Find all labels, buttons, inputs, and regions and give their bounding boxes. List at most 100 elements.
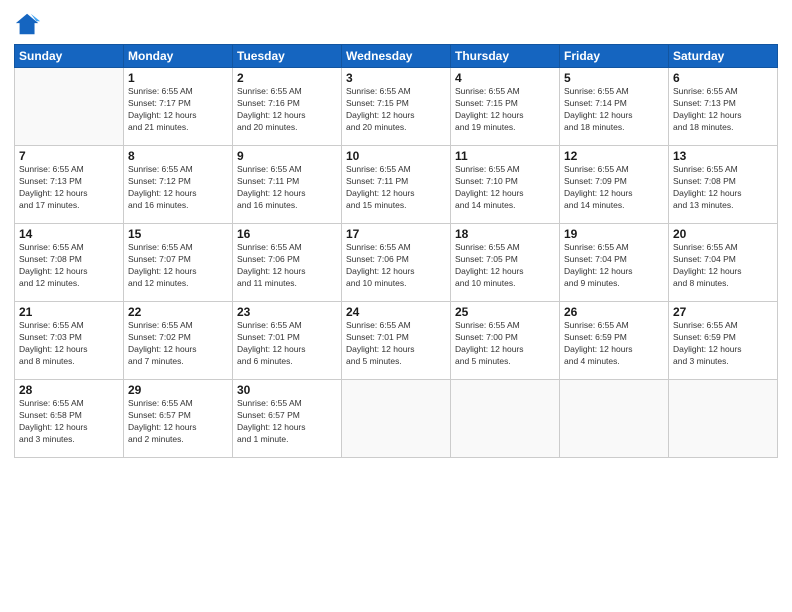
day-info: Sunrise: 6:55 AM Sunset: 7:06 PM Dayligh… — [346, 242, 446, 290]
day-number: 29 — [128, 383, 228, 397]
day-cell: 11Sunrise: 6:55 AM Sunset: 7:10 PM Dayli… — [451, 146, 560, 224]
day-number: 1 — [128, 71, 228, 85]
day-number: 2 — [237, 71, 337, 85]
day-cell: 5Sunrise: 6:55 AM Sunset: 7:14 PM Daylig… — [560, 68, 669, 146]
day-number: 5 — [564, 71, 664, 85]
day-cell: 8Sunrise: 6:55 AM Sunset: 7:12 PM Daylig… — [124, 146, 233, 224]
day-cell: 14Sunrise: 6:55 AM Sunset: 7:08 PM Dayli… — [15, 224, 124, 302]
week-row-3: 14Sunrise: 6:55 AM Sunset: 7:08 PM Dayli… — [15, 224, 778, 302]
day-number: 12 — [564, 149, 664, 163]
day-cell: 10Sunrise: 6:55 AM Sunset: 7:11 PM Dayli… — [342, 146, 451, 224]
day-cell: 9Sunrise: 6:55 AM Sunset: 7:11 PM Daylig… — [233, 146, 342, 224]
day-cell: 6Sunrise: 6:55 AM Sunset: 7:13 PM Daylig… — [669, 68, 778, 146]
day-cell: 15Sunrise: 6:55 AM Sunset: 7:07 PM Dayli… — [124, 224, 233, 302]
day-number: 14 — [19, 227, 119, 241]
day-cell: 7Sunrise: 6:55 AM Sunset: 7:13 PM Daylig… — [15, 146, 124, 224]
day-cell: 18Sunrise: 6:55 AM Sunset: 7:05 PM Dayli… — [451, 224, 560, 302]
day-number: 22 — [128, 305, 228, 319]
day-info: Sunrise: 6:55 AM Sunset: 7:05 PM Dayligh… — [455, 242, 555, 290]
weekday-friday: Friday — [560, 45, 669, 68]
week-row-1: 1Sunrise: 6:55 AM Sunset: 7:17 PM Daylig… — [15, 68, 778, 146]
day-number: 9 — [237, 149, 337, 163]
day-number: 6 — [673, 71, 773, 85]
day-cell: 20Sunrise: 6:55 AM Sunset: 7:04 PM Dayli… — [669, 224, 778, 302]
day-info: Sunrise: 6:55 AM Sunset: 7:07 PM Dayligh… — [128, 242, 228, 290]
day-info: Sunrise: 6:55 AM Sunset: 6:59 PM Dayligh… — [673, 320, 773, 368]
day-info: Sunrise: 6:55 AM Sunset: 7:11 PM Dayligh… — [237, 164, 337, 212]
day-cell — [342, 380, 451, 458]
weekday-sunday: Sunday — [15, 45, 124, 68]
day-cell — [669, 380, 778, 458]
day-number: 20 — [673, 227, 773, 241]
day-cell: 19Sunrise: 6:55 AM Sunset: 7:04 PM Dayli… — [560, 224, 669, 302]
week-row-2: 7Sunrise: 6:55 AM Sunset: 7:13 PM Daylig… — [15, 146, 778, 224]
logo — [14, 10, 46, 38]
day-info: Sunrise: 6:55 AM Sunset: 7:02 PM Dayligh… — [128, 320, 228, 368]
day-cell — [451, 380, 560, 458]
day-info: Sunrise: 6:55 AM Sunset: 7:17 PM Dayligh… — [128, 86, 228, 134]
day-info: Sunrise: 6:55 AM Sunset: 7:10 PM Dayligh… — [455, 164, 555, 212]
day-info: Sunrise: 6:55 AM Sunset: 7:04 PM Dayligh… — [564, 242, 664, 290]
day-cell — [15, 68, 124, 146]
day-number: 8 — [128, 149, 228, 163]
day-number: 11 — [455, 149, 555, 163]
day-number: 15 — [128, 227, 228, 241]
day-info: Sunrise: 6:55 AM Sunset: 7:13 PM Dayligh… — [673, 86, 773, 134]
day-info: Sunrise: 6:55 AM Sunset: 7:00 PM Dayligh… — [455, 320, 555, 368]
day-number: 18 — [455, 227, 555, 241]
day-number: 10 — [346, 149, 446, 163]
day-cell: 17Sunrise: 6:55 AM Sunset: 7:06 PM Dayli… — [342, 224, 451, 302]
day-cell: 24Sunrise: 6:55 AM Sunset: 7:01 PM Dayli… — [342, 302, 451, 380]
day-info: Sunrise: 6:55 AM Sunset: 7:04 PM Dayligh… — [673, 242, 773, 290]
day-info: Sunrise: 6:55 AM Sunset: 6:58 PM Dayligh… — [19, 398, 119, 446]
day-cell: 12Sunrise: 6:55 AM Sunset: 7:09 PM Dayli… — [560, 146, 669, 224]
day-cell: 3Sunrise: 6:55 AM Sunset: 7:15 PM Daylig… — [342, 68, 451, 146]
day-info: Sunrise: 6:55 AM Sunset: 6:59 PM Dayligh… — [564, 320, 664, 368]
day-info: Sunrise: 6:55 AM Sunset: 7:12 PM Dayligh… — [128, 164, 228, 212]
day-info: Sunrise: 6:55 AM Sunset: 6:57 PM Dayligh… — [128, 398, 228, 446]
day-cell: 13Sunrise: 6:55 AM Sunset: 7:08 PM Dayli… — [669, 146, 778, 224]
day-cell: 2Sunrise: 6:55 AM Sunset: 7:16 PM Daylig… — [233, 68, 342, 146]
day-number: 13 — [673, 149, 773, 163]
day-number: 16 — [237, 227, 337, 241]
day-info: Sunrise: 6:55 AM Sunset: 7:15 PM Dayligh… — [455, 86, 555, 134]
weekday-wednesday: Wednesday — [342, 45, 451, 68]
day-info: Sunrise: 6:55 AM Sunset: 7:08 PM Dayligh… — [673, 164, 773, 212]
day-cell: 21Sunrise: 6:55 AM Sunset: 7:03 PM Dayli… — [15, 302, 124, 380]
day-number: 17 — [346, 227, 446, 241]
day-cell: 1Sunrise: 6:55 AM Sunset: 7:17 PM Daylig… — [124, 68, 233, 146]
week-row-4: 21Sunrise: 6:55 AM Sunset: 7:03 PM Dayli… — [15, 302, 778, 380]
day-info: Sunrise: 6:55 AM Sunset: 7:03 PM Dayligh… — [19, 320, 119, 368]
day-number: 28 — [19, 383, 119, 397]
day-info: Sunrise: 6:55 AM Sunset: 7:08 PM Dayligh… — [19, 242, 119, 290]
day-info: Sunrise: 6:55 AM Sunset: 7:01 PM Dayligh… — [237, 320, 337, 368]
day-number: 19 — [564, 227, 664, 241]
day-info: Sunrise: 6:55 AM Sunset: 7:15 PM Dayligh… — [346, 86, 446, 134]
day-cell: 22Sunrise: 6:55 AM Sunset: 7:02 PM Dayli… — [124, 302, 233, 380]
calendar-table: SundayMondayTuesdayWednesdayThursdayFrid… — [14, 44, 778, 458]
day-number: 30 — [237, 383, 337, 397]
day-info: Sunrise: 6:55 AM Sunset: 6:57 PM Dayligh… — [237, 398, 337, 446]
day-cell: 27Sunrise: 6:55 AM Sunset: 6:59 PM Dayli… — [669, 302, 778, 380]
day-cell: 23Sunrise: 6:55 AM Sunset: 7:01 PM Dayli… — [233, 302, 342, 380]
day-number: 3 — [346, 71, 446, 85]
day-number: 21 — [19, 305, 119, 319]
day-info: Sunrise: 6:55 AM Sunset: 7:13 PM Dayligh… — [19, 164, 119, 212]
day-number: 26 — [564, 305, 664, 319]
day-info: Sunrise: 6:55 AM Sunset: 7:14 PM Dayligh… — [564, 86, 664, 134]
weekday-monday: Monday — [124, 45, 233, 68]
day-cell: 30Sunrise: 6:55 AM Sunset: 6:57 PM Dayli… — [233, 380, 342, 458]
weekday-tuesday: Tuesday — [233, 45, 342, 68]
weekday-saturday: Saturday — [669, 45, 778, 68]
day-number: 4 — [455, 71, 555, 85]
day-info: Sunrise: 6:55 AM Sunset: 7:09 PM Dayligh… — [564, 164, 664, 212]
day-info: Sunrise: 6:55 AM Sunset: 7:11 PM Dayligh… — [346, 164, 446, 212]
week-row-5: 28Sunrise: 6:55 AM Sunset: 6:58 PM Dayli… — [15, 380, 778, 458]
day-cell: 29Sunrise: 6:55 AM Sunset: 6:57 PM Dayli… — [124, 380, 233, 458]
day-number: 25 — [455, 305, 555, 319]
day-cell — [560, 380, 669, 458]
day-cell: 25Sunrise: 6:55 AM Sunset: 7:00 PM Dayli… — [451, 302, 560, 380]
day-cell: 28Sunrise: 6:55 AM Sunset: 6:58 PM Dayli… — [15, 380, 124, 458]
weekday-header-row: SundayMondayTuesdayWednesdayThursdayFrid… — [15, 45, 778, 68]
day-info: Sunrise: 6:55 AM Sunset: 7:06 PM Dayligh… — [237, 242, 337, 290]
